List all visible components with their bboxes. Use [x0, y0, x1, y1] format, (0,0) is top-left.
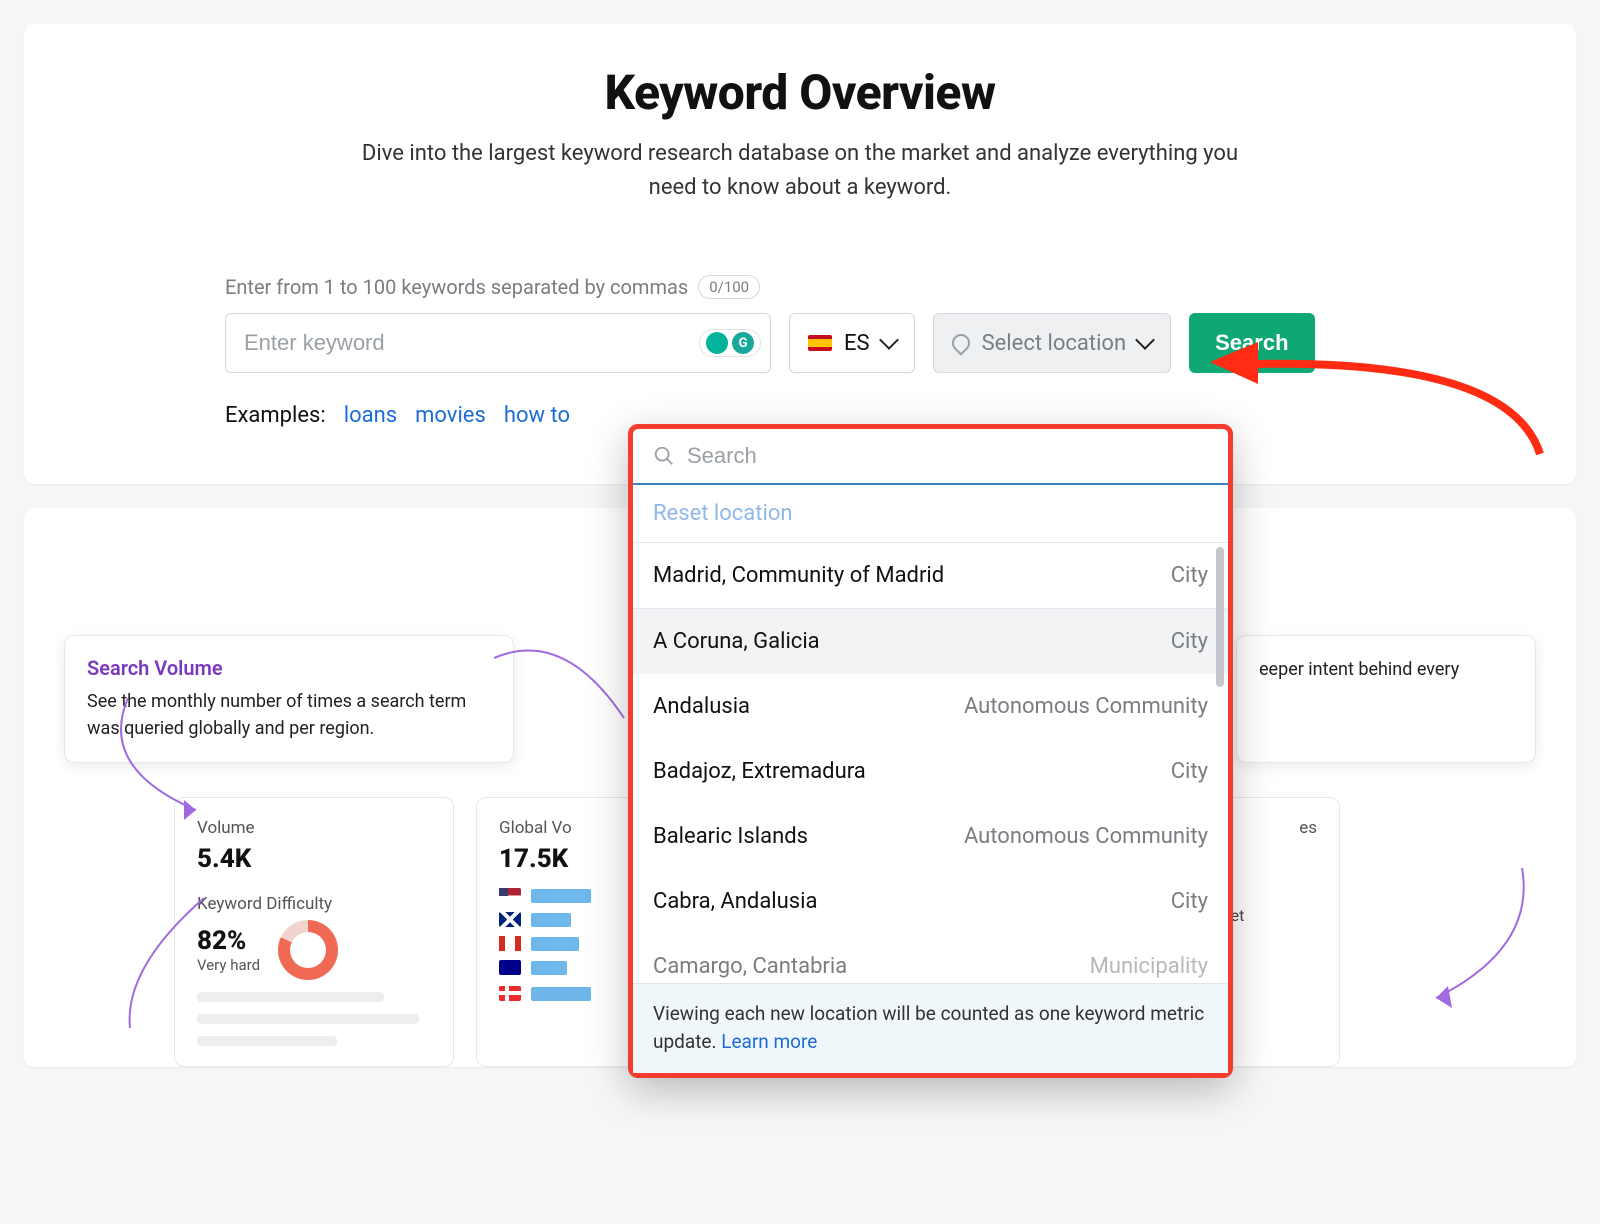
kd-level: Very hard: [197, 956, 260, 974]
examples-label: Examples:: [225, 403, 326, 428]
feature-desc: See the monthly number of times a search…: [87, 688, 491, 742]
chevron-down-icon: [1135, 330, 1155, 350]
location-item[interactable]: A Coruna, Galicia City: [633, 609, 1228, 674]
database-select[interactable]: ES: [789, 313, 915, 373]
location-item[interactable]: Madrid, Community of Madrid City: [633, 543, 1228, 609]
feature-title: Search Volume: [87, 656, 491, 680]
flag-gb-icon: [499, 912, 521, 927]
flag-ca-icon: [499, 936, 521, 951]
placeholder-line: [197, 1014, 419, 1024]
chevron-down-icon: [879, 330, 899, 350]
location-select[interactable]: Select location: [933, 313, 1172, 373]
dropdown-footer: Viewing each new location will be counte…: [633, 983, 1228, 1073]
example-movies[interactable]: movies: [415, 403, 486, 428]
location-type: Autonomous Community: [964, 694, 1208, 719]
location-type: Municipality: [1090, 954, 1208, 979]
kd-value: 82%: [197, 926, 260, 956]
volume-card: Volume 5.4K Keyword Difficulty 82% Very …: [174, 797, 454, 1067]
kd-label: Keyword Difficulty: [197, 894, 431, 914]
flag-au-icon: [499, 960, 521, 975]
keyword-counter: 0/100: [698, 275, 760, 299]
page-subtitle: Dive into the largest keyword research d…: [350, 137, 1250, 205]
location-item[interactable]: Balearic Islands Autonomous Community: [633, 804, 1228, 869]
location-type: City: [1171, 759, 1208, 784]
example-loans[interactable]: loans: [344, 403, 397, 428]
location-type: City: [1171, 563, 1208, 588]
prompt-text: Enter from 1 to 100 keywords separated b…: [225, 275, 688, 299]
feature-desc: eeper intent behind every: [1259, 656, 1513, 683]
grammarly-icon[interactable]: G: [732, 332, 754, 354]
pin-icon: [948, 330, 973, 355]
location-search-input[interactable]: [687, 443, 1208, 469]
example-howto[interactable]: how to: [504, 403, 570, 428]
location-item[interactable]: Andalusia Autonomous Community: [633, 674, 1228, 739]
location-name: Cabra, Andalusia: [653, 889, 817, 914]
page-title: Keyword Overview: [64, 64, 1536, 121]
location-name: Madrid, Community of Madrid: [653, 563, 944, 588]
keyword-prompt: Enter from 1 to 100 keywords separated b…: [225, 275, 1375, 299]
volume-label: Volume: [197, 818, 431, 838]
search-icon: [653, 445, 675, 467]
database-label: ES: [844, 331, 870, 356]
flag-us-icon: [499, 888, 521, 903]
flag-no-icon: [499, 986, 521, 1001]
scrollbar[interactable]: [1216, 547, 1224, 687]
volume-value: 5.4K: [197, 844, 431, 874]
donut-chart-icon: [278, 920, 338, 980]
location-type: Autonomous Community: [964, 824, 1208, 849]
location-item[interactable]: Camargo, Cantabria Municipality: [633, 934, 1228, 983]
search-button[interactable]: Search: [1189, 313, 1314, 373]
location-item[interactable]: Cabra, Andalusia City: [633, 869, 1228, 934]
bulb-icon[interactable]: [706, 332, 728, 354]
location-item[interactable]: Badajoz, Extremadura City: [633, 739, 1228, 804]
location-list[interactable]: Madrid, Community of Madrid City A Coruna…: [633, 543, 1228, 983]
location-name: Andalusia: [653, 694, 750, 719]
feature-card: Search Volume See the monthly number of …: [64, 635, 514, 763]
location-name: Badajoz, Extremadura: [653, 759, 866, 784]
input-addons: G: [699, 329, 761, 357]
reset-location[interactable]: Reset location: [633, 485, 1228, 543]
location-name: Camargo, Cantabria: [653, 954, 847, 979]
location-name: A Coruna, Galicia: [653, 629, 820, 654]
location-type: City: [1171, 889, 1208, 914]
feature-card: eeper intent behind every: [1236, 635, 1536, 763]
keyword-input[interactable]: [225, 313, 771, 373]
location-dropdown: Reset location Madrid, Community of Madr…: [628, 424, 1233, 1078]
placeholder-line: [197, 1036, 337, 1046]
location-type: City: [1171, 629, 1208, 654]
flag-es-icon: [808, 335, 832, 351]
location-placeholder: Select location: [982, 331, 1127, 356]
placeholder-line: [197, 992, 384, 1002]
location-name: Balearic Islands: [653, 824, 808, 849]
learn-more-link[interactable]: Learn more: [721, 1030, 817, 1053]
